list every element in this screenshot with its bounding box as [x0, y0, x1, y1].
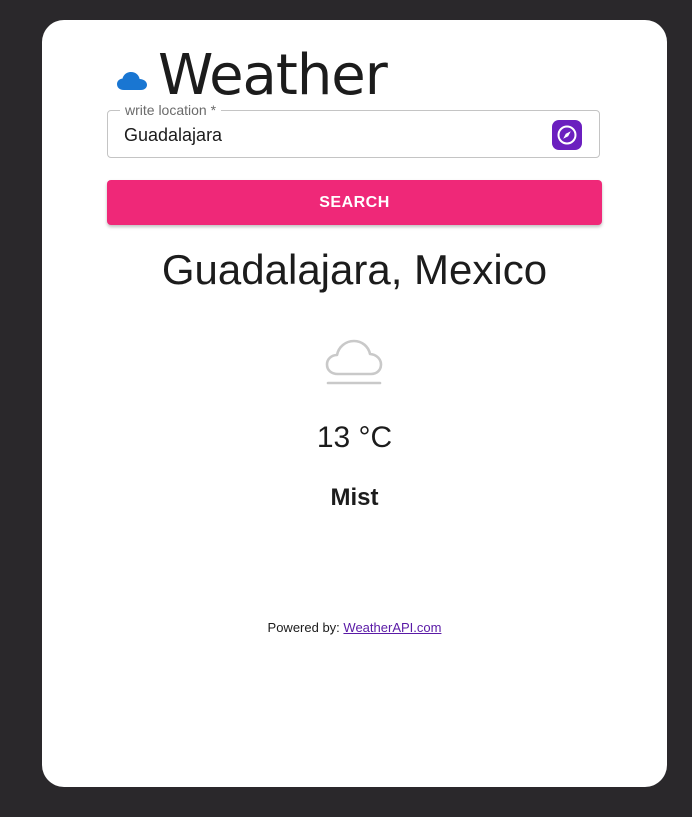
powered-by-label: Powered by:	[267, 620, 340, 635]
mist-cloud-icon	[325, 339, 383, 385]
location-field[interactable]: write location *	[107, 102, 600, 158]
locate-button[interactable]	[552, 120, 582, 150]
app-header: Weather	[116, 42, 388, 110]
compass-icon	[557, 125, 577, 145]
location-input[interactable]	[124, 123, 544, 147]
location-field-label: write location *	[120, 102, 222, 118]
weather-card: Weather write location * SEARCH Guadalaj…	[42, 20, 667, 787]
weatherapi-link[interactable]: WeatherAPI.com	[343, 620, 441, 635]
search-button[interactable]: SEARCH	[107, 180, 602, 225]
temperature: 13 °C	[316, 421, 393, 454]
powered-by: Powered by: WeatherAPI.com	[42, 619, 667, 637]
cloud-icon	[117, 72, 147, 90]
condition-text: Mist	[330, 484, 379, 511]
location-title: Guadalajara, Mexico	[161, 246, 548, 293]
app-title: Weather	[158, 43, 388, 108]
